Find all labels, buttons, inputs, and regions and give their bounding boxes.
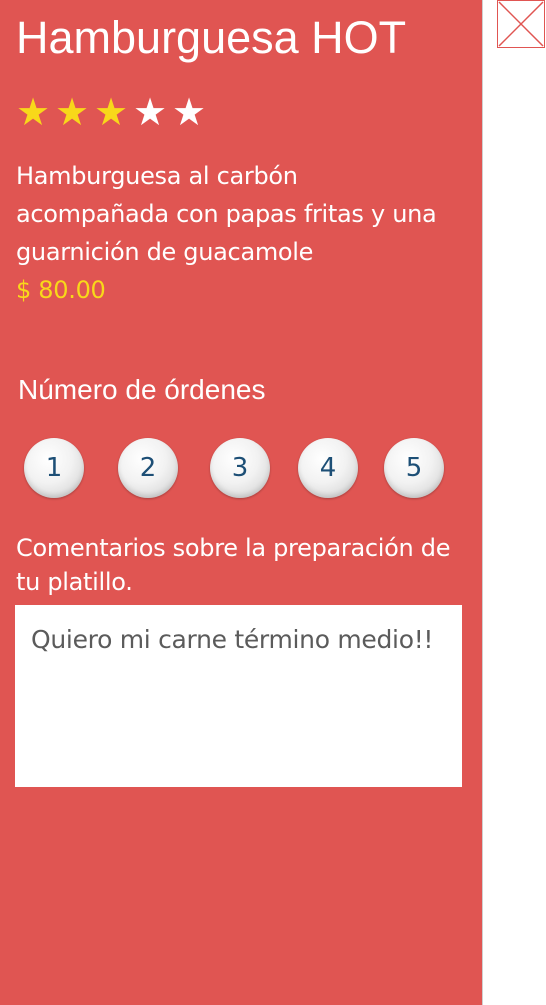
order-option-label: 3 bbox=[231, 453, 249, 483]
close-button[interactable] bbox=[497, 0, 545, 48]
order-option-label: 2 bbox=[139, 453, 157, 483]
order-option-2[interactable]: 2 bbox=[118, 438, 178, 498]
order-option-4[interactable]: 4 bbox=[298, 438, 358, 498]
star-icon[interactable]: ★ bbox=[131, 92, 169, 132]
orders-label: Número de órdenes bbox=[18, 374, 266, 405]
product-description: Hamburguesa al carbón acompañada con pap… bbox=[16, 162, 437, 266]
order-option-1[interactable]: 1 bbox=[24, 438, 84, 498]
order-option-label: 4 bbox=[319, 453, 337, 483]
star-icon[interactable]: ★ bbox=[14, 92, 52, 132]
product-price: $ 80.00 bbox=[16, 276, 106, 304]
order-option-label: 1 bbox=[45, 453, 63, 483]
order-option-label: 5 bbox=[405, 453, 423, 483]
order-option-5[interactable]: 5 bbox=[384, 438, 444, 498]
star-icon[interactable]: ★ bbox=[92, 92, 130, 132]
close-icon bbox=[498, 1, 544, 47]
product-panel: Hamburguesa HOT ★ ★ ★ ★ ★ Hamburguesa al… bbox=[0, 0, 483, 1005]
order-option-3[interactable]: 3 bbox=[210, 438, 270, 498]
star-icon[interactable]: ★ bbox=[53, 92, 91, 132]
comments-label: Comentarios sobre la preparación de tu p… bbox=[16, 534, 451, 596]
comments-textarea[interactable]: Quiero mi carne término medio!! bbox=[15, 605, 462, 787]
product-title: Hamburguesa HOT bbox=[16, 12, 407, 63]
star-icon[interactable]: ★ bbox=[170, 92, 208, 132]
rating-stars[interactable]: ★ ★ ★ ★ ★ bbox=[14, 92, 208, 132]
